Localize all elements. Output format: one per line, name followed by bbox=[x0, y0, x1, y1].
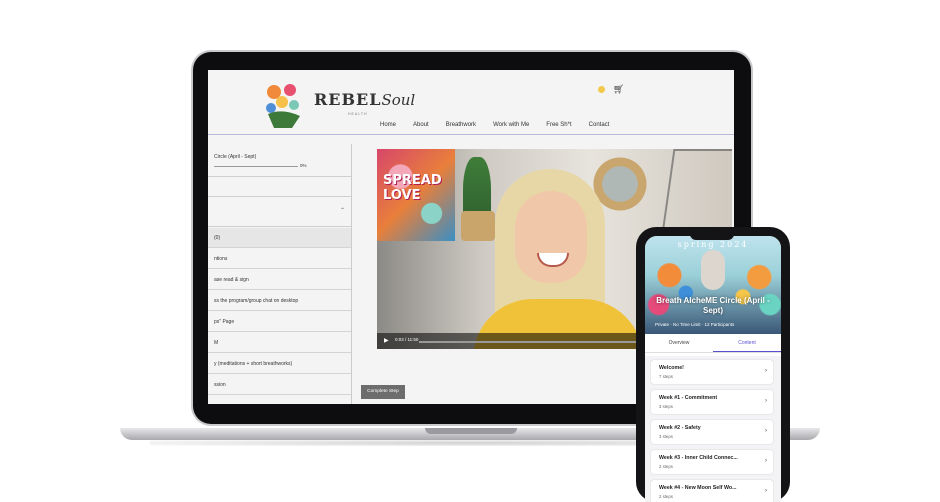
list-item-steps: 7 steps bbox=[659, 374, 673, 379]
wall-art-text: SPREAD LOVE bbox=[383, 173, 442, 203]
list-item-steps: 3 steps bbox=[659, 434, 673, 439]
nav-work-with-me[interactable]: Work with Me bbox=[493, 122, 529, 128]
program-title: Circle (April - Sept) bbox=[214, 154, 257, 160]
nav-breathwork[interactable]: Breathwork bbox=[446, 122, 476, 128]
brand-logo[interactable]: REBELSoul bbox=[314, 90, 415, 109]
logo-subtitle: HEALTH bbox=[348, 112, 368, 116]
cart-icon[interactable]: 🛒︎ bbox=[613, 84, 624, 95]
tab-content[interactable]: Content bbox=[713, 336, 781, 352]
nav-contact[interactable]: Contact bbox=[589, 122, 610, 128]
wall-art-image: SPREAD LOVE bbox=[377, 149, 455, 241]
laptop-notch bbox=[425, 428, 517, 434]
list-item-steps: 2 steps bbox=[659, 464, 673, 469]
sidebar-step[interactable]: ps" Page bbox=[208, 312, 351, 332]
list-item-title: Week #1 - Commitment bbox=[659, 395, 718, 401]
chevron-right-icon: › bbox=[765, 428, 767, 434]
chevron-right-icon: › bbox=[765, 398, 767, 404]
course-title: Breath AlcheME Circle (April - Sept) bbox=[656, 296, 770, 315]
header-icons: 🛒︎ bbox=[598, 84, 624, 94]
sidebar-step[interactable]: y (meditations + short breathworks) bbox=[208, 354, 351, 374]
phone-screen: spring 2024 Breath AlcheME Circle (April… bbox=[645, 236, 781, 502]
complete-step-button[interactable]: Complete Step bbox=[361, 385, 405, 399]
course-sidebar: Circle (April - Sept) 0% ⌃ (0) ntions as… bbox=[208, 144, 352, 404]
list-item-title: Welcome! bbox=[659, 365, 684, 371]
sidebar-step[interactable]: ntions bbox=[208, 249, 351, 269]
sidebar-step[interactable]: M bbox=[208, 333, 351, 353]
progress-bar bbox=[214, 166, 298, 167]
list-item[interactable]: Week #2 - Safety 3 steps › bbox=[651, 420, 773, 444]
list-item[interactable]: Week #3 - Inner Child Connec... 2 steps … bbox=[651, 450, 773, 474]
tab-overview[interactable]: Overview bbox=[645, 336, 713, 352]
nav-free-stuff[interactable]: Free Sh*t bbox=[546, 122, 571, 128]
phone-notch bbox=[690, 234, 734, 240]
chevron-right-icon: › bbox=[765, 458, 767, 464]
course-hero: spring 2024 Breath AlcheME Circle (April… bbox=[645, 236, 781, 334]
list-item-steps: 3 steps bbox=[659, 404, 673, 409]
basket-image bbox=[461, 211, 495, 241]
sidebar-step[interactable]: ase read & sign bbox=[208, 270, 351, 290]
sidebar-step[interactable]: (0) bbox=[208, 228, 351, 248]
logo-main-text: REBEL bbox=[314, 90, 382, 109]
chevron-right-icon: › bbox=[765, 368, 767, 374]
content-list: Welcome! 7 steps › Week #1 - Commitment … bbox=[645, 356, 781, 502]
flower-bouquet-logo-icon bbox=[266, 84, 300, 128]
sun-icon bbox=[598, 85, 605, 93]
presenter-face bbox=[515, 191, 587, 283]
video-time: 0:03 / 11:50 bbox=[395, 337, 419, 342]
sidebar-divider bbox=[208, 196, 351, 197]
list-item[interactable]: Week #4 - New Moon Self Wo... 2 steps › bbox=[651, 480, 773, 502]
sidebar-divider bbox=[208, 226, 351, 227]
chevron-up-icon[interactable]: ⌃ bbox=[340, 207, 345, 214]
site-header: REBELSoul HEALTH 🛒︎ Home About Breathwor… bbox=[208, 70, 734, 135]
main-nav: Home About Breathwork Work with Me Free … bbox=[380, 122, 609, 128]
list-item-steps: 2 steps bbox=[659, 494, 673, 499]
chevron-right-icon: › bbox=[765, 488, 767, 494]
logo-script-text: Soul bbox=[381, 91, 416, 109]
list-item[interactable]: Week #1 - Commitment 3 steps › bbox=[651, 390, 773, 414]
course-tabs: Overview Content bbox=[645, 336, 781, 353]
sidebar-step[interactable]: ssion bbox=[208, 375, 351, 395]
list-item-title: Week #2 - Safety bbox=[659, 425, 701, 431]
nav-about[interactable]: About bbox=[413, 122, 429, 128]
list-item[interactable]: Welcome! 7 steps › bbox=[651, 360, 773, 384]
sidebar-divider bbox=[208, 176, 351, 177]
season-label: spring 2024 bbox=[677, 240, 749, 249]
presenter-photo bbox=[701, 250, 725, 290]
sidebar-step[interactable]: ss the program/group chat on desktop bbox=[208, 291, 351, 311]
list-item-title: Week #4 - New Moon Self Wo... bbox=[659, 485, 737, 491]
nav-home[interactable]: Home bbox=[380, 122, 396, 128]
progress-percent: 0% bbox=[300, 163, 307, 168]
list-item-title: Week #3 - Inner Child Connec... bbox=[659, 455, 738, 461]
course-meta: Private · No Time Limit · 12 Participant… bbox=[655, 322, 735, 327]
play-icon[interactable]: ▶ bbox=[384, 337, 389, 344]
